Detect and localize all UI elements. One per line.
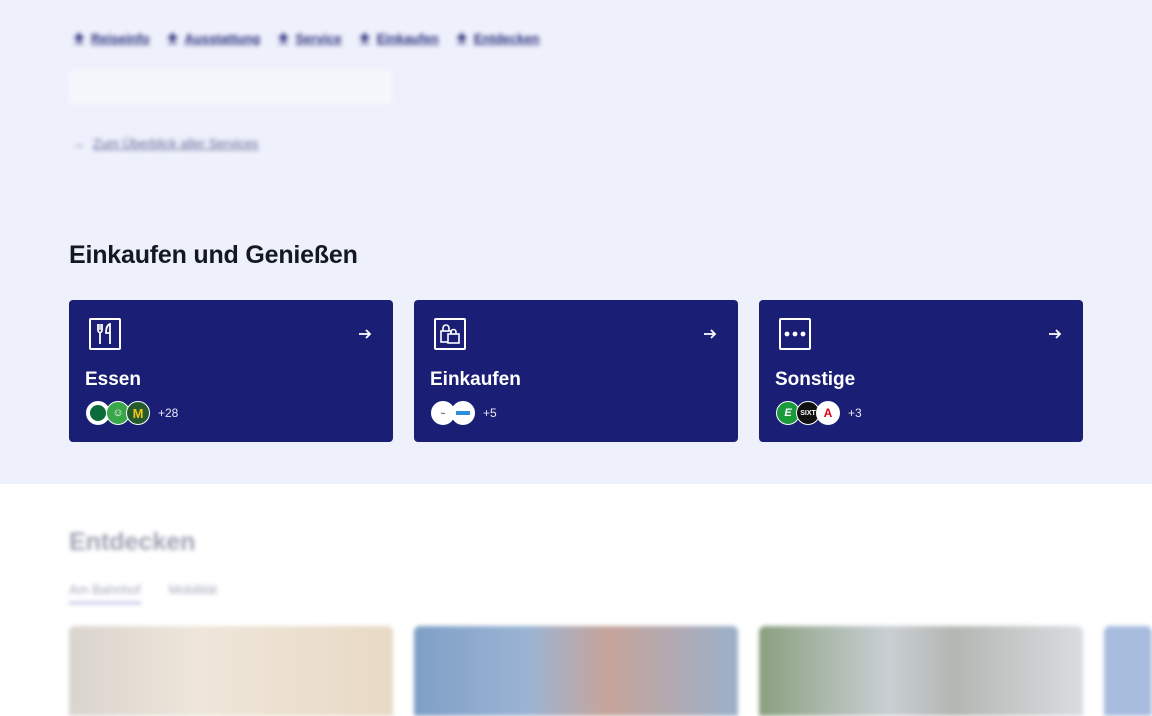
discover-title: Entdecken (69, 528, 196, 556)
more-count: +5 (483, 406, 497, 420)
nav-item-service[interactable]: ✚ Service (278, 31, 341, 46)
card-title: Essen (85, 369, 141, 390)
bullet-icon: ✚ (278, 31, 289, 45)
arrow-right-icon (359, 329, 372, 339)
arrow-right-icon (704, 329, 717, 339)
mcdonalds-logo-icon: M (126, 401, 150, 425)
nav-item-einkaufen[interactable]: ✚ Einkaufen (360, 31, 439, 46)
search-bar[interactable] (69, 70, 392, 104)
cutlery-icon (89, 318, 121, 350)
tab-mobilitaet[interactable]: Mobilität (169, 582, 217, 604)
brand-logos: ~ +5 (431, 401, 497, 425)
bullet-icon: ✚ (359, 31, 370, 45)
shopping-bags-icon (434, 318, 466, 350)
nav-item-entdecken[interactable]: ✚ Entdecken (457, 31, 540, 46)
card-sonstige[interactable]: Sonstige E SIXT A +3 (759, 300, 1083, 442)
nav-item-reiseinfo[interactable]: ✚ Reiseinfo (74, 31, 150, 46)
more-count: +3 (848, 406, 862, 420)
card-einkaufen[interactable]: Einkaufen ~ +5 (414, 300, 738, 442)
more-count: +28 (158, 406, 179, 420)
nav-item-ausstattung[interactable]: ✚ Ausstattung (168, 31, 261, 46)
tab-am-bahnhof[interactable]: Am Bahnhof (69, 582, 141, 604)
brand-logos: E SIXT A +3 (776, 401, 862, 425)
overview-link[interactable]: → Zum Überblick aller Services (72, 136, 258, 151)
bullet-icon: ✚ (167, 31, 178, 45)
card-title: Sonstige (775, 369, 856, 390)
dots-icon (779, 318, 811, 350)
bullet-icon: ✚ (74, 31, 85, 45)
arrow-right-icon (1049, 329, 1062, 339)
discover-tabs: Am Bahnhof Mobilität (69, 582, 217, 604)
card-essen[interactable]: Essen ☺ M +28 (69, 300, 393, 442)
discover-image-card[interactable] (759, 626, 1083, 716)
arrow-right-icon: → (72, 136, 85, 151)
discover-image-card[interactable] (414, 626, 738, 716)
top-section: ✚ Reiseinfo ✚ Ausstattung ✚ Service ✚ Einkau… (0, 0, 1152, 484)
pharmacy-logo-icon: A (816, 401, 840, 425)
brand-logos: ☺ M +28 (86, 401, 178, 425)
bullet-icon: ✚ (456, 31, 467, 45)
discover-image-card[interactable] (1104, 626, 1152, 716)
discover-image-card[interactable] (69, 626, 393, 716)
brand-b-logo-icon (451, 401, 475, 425)
section-title: Einkaufen und Genießen (69, 241, 358, 269)
card-title: Einkaufen (430, 369, 521, 390)
anchor-nav: ✚ Reiseinfo ✚ Ausstattung ✚ Service ✚ Einkau… (74, 31, 540, 46)
